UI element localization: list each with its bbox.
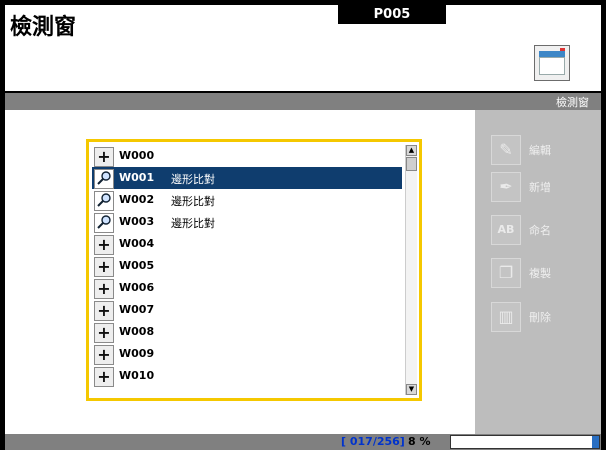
plus-icon: + bbox=[94, 279, 114, 299]
window-body-graphic bbox=[539, 57, 565, 75]
list-item-id: W010 bbox=[119, 369, 155, 382]
content-area: + W010 + W009 + W008 + W007 + W006 + W005 + W004 W003 邊… bbox=[5, 110, 601, 434]
list-item-id: W002 bbox=[119, 193, 155, 206]
copy-icon: ❐ bbox=[491, 258, 521, 288]
window-list-rows: + W010 + W009 + W008 + W007 + W006 + W005 + W004 W003 邊… bbox=[92, 145, 417, 395]
copy-button[interactable]: ❐ 複製 bbox=[491, 257, 601, 289]
list-item[interactable]: + W008 bbox=[92, 321, 402, 343]
plus-icon: + bbox=[94, 257, 114, 277]
list-item[interactable]: + W005 bbox=[92, 255, 402, 277]
window-icon[interactable] bbox=[534, 45, 570, 81]
list-item[interactable]: + W007 bbox=[92, 299, 402, 321]
list-item[interactable]: + W009 bbox=[92, 343, 402, 365]
window-list[interactable]: + W010 + W009 + W008 + W007 + W006 + W005 + W004 W003 邊… bbox=[86, 139, 422, 401]
action-panel: ✎ 編輯 ✒ 新增 AB 命名 ❐ 複製 ▥ 刪除 bbox=[475, 110, 601, 434]
window-counter: [ 017/256] bbox=[341, 435, 405, 448]
window-titlebar: 檢測窗 bbox=[5, 93, 601, 110]
list-item[interactable]: W002 邊形比對 bbox=[92, 189, 402, 211]
list-item[interactable]: W003 邊形比對 bbox=[92, 211, 402, 233]
list-item-id: W006 bbox=[119, 281, 155, 294]
list-item-id: W003 bbox=[119, 215, 155, 228]
window-label: 檢測窗 bbox=[556, 96, 589, 109]
header: 檢測窗 bbox=[5, 5, 601, 91]
program-code: P005 bbox=[373, 7, 411, 22]
edit-label: 編輯 bbox=[529, 144, 551, 157]
page-title: 檢測窗 bbox=[10, 15, 77, 40]
pattern-search-icon bbox=[94, 213, 114, 233]
window-close-graphic bbox=[560, 48, 565, 51]
rename-label: 命名 bbox=[529, 224, 551, 237]
plus-icon: + bbox=[94, 147, 114, 167]
list-item-name: 邊形比對 bbox=[171, 217, 215, 230]
pen-icon: ✒ bbox=[491, 172, 521, 202]
list-item[interactable]: + W000 bbox=[92, 145, 402, 167]
rename-button[interactable]: AB 命名 bbox=[491, 214, 601, 246]
list-item-id: W007 bbox=[119, 303, 155, 316]
list-item[interactable]: + W006 bbox=[92, 277, 402, 299]
delete-button[interactable]: ▥ 刪除 bbox=[491, 301, 601, 333]
list-item-id: W009 bbox=[119, 347, 155, 360]
usage-percent: 8 % bbox=[408, 435, 431, 448]
list-item-id: W005 bbox=[119, 259, 155, 272]
new-button[interactable]: ✒ 新增 bbox=[491, 171, 601, 203]
scroll-up-arrow[interactable]: ▲ bbox=[406, 145, 417, 156]
memory-bar bbox=[450, 435, 600, 449]
pattern-search-icon bbox=[94, 169, 114, 189]
trash-icon: ▥ bbox=[491, 302, 521, 332]
rename-icon: AB bbox=[491, 215, 521, 245]
list-item[interactable]: + W004 bbox=[92, 233, 402, 255]
list-item-name: 邊形比對 bbox=[171, 173, 215, 186]
plus-icon: + bbox=[94, 301, 114, 321]
list-item-id: W004 bbox=[119, 237, 155, 250]
scroll-down-arrow[interactable]: ▼ bbox=[406, 384, 417, 395]
plus-icon: + bbox=[94, 235, 114, 255]
pattern-search-icon bbox=[94, 191, 114, 211]
plus-icon: + bbox=[94, 367, 114, 387]
list-item[interactable]: + W010 bbox=[92, 365, 402, 387]
list-item-id: W008 bbox=[119, 325, 155, 338]
copy-label: 複製 bbox=[529, 267, 551, 280]
plus-icon: + bbox=[94, 323, 114, 343]
list-item[interactable]: W001 邊形比對 bbox=[92, 167, 402, 189]
new-label: 新增 bbox=[529, 181, 551, 194]
list-item-id: W001 bbox=[119, 171, 155, 184]
screen: 檢測窗 P005 檢測窗 + W010 + W009 + W008 + W007 + W006 + W… bbox=[0, 0, 606, 450]
edit-icon: ✎ bbox=[491, 135, 521, 165]
scroll-thumb[interactable] bbox=[406, 157, 417, 171]
status-bar: [ 017/256] 8 % bbox=[5, 434, 601, 450]
list-scrollbar[interactable]: ▲ ▼ bbox=[405, 145, 417, 395]
plus-icon: + bbox=[94, 345, 114, 365]
edit-button[interactable]: ✎ 編輯 bbox=[491, 134, 601, 166]
delete-label: 刪除 bbox=[529, 311, 551, 324]
list-item-name: 邊形比對 bbox=[171, 195, 215, 208]
list-item-id: W000 bbox=[119, 149, 155, 162]
memory-bar-fill bbox=[591, 436, 599, 448]
